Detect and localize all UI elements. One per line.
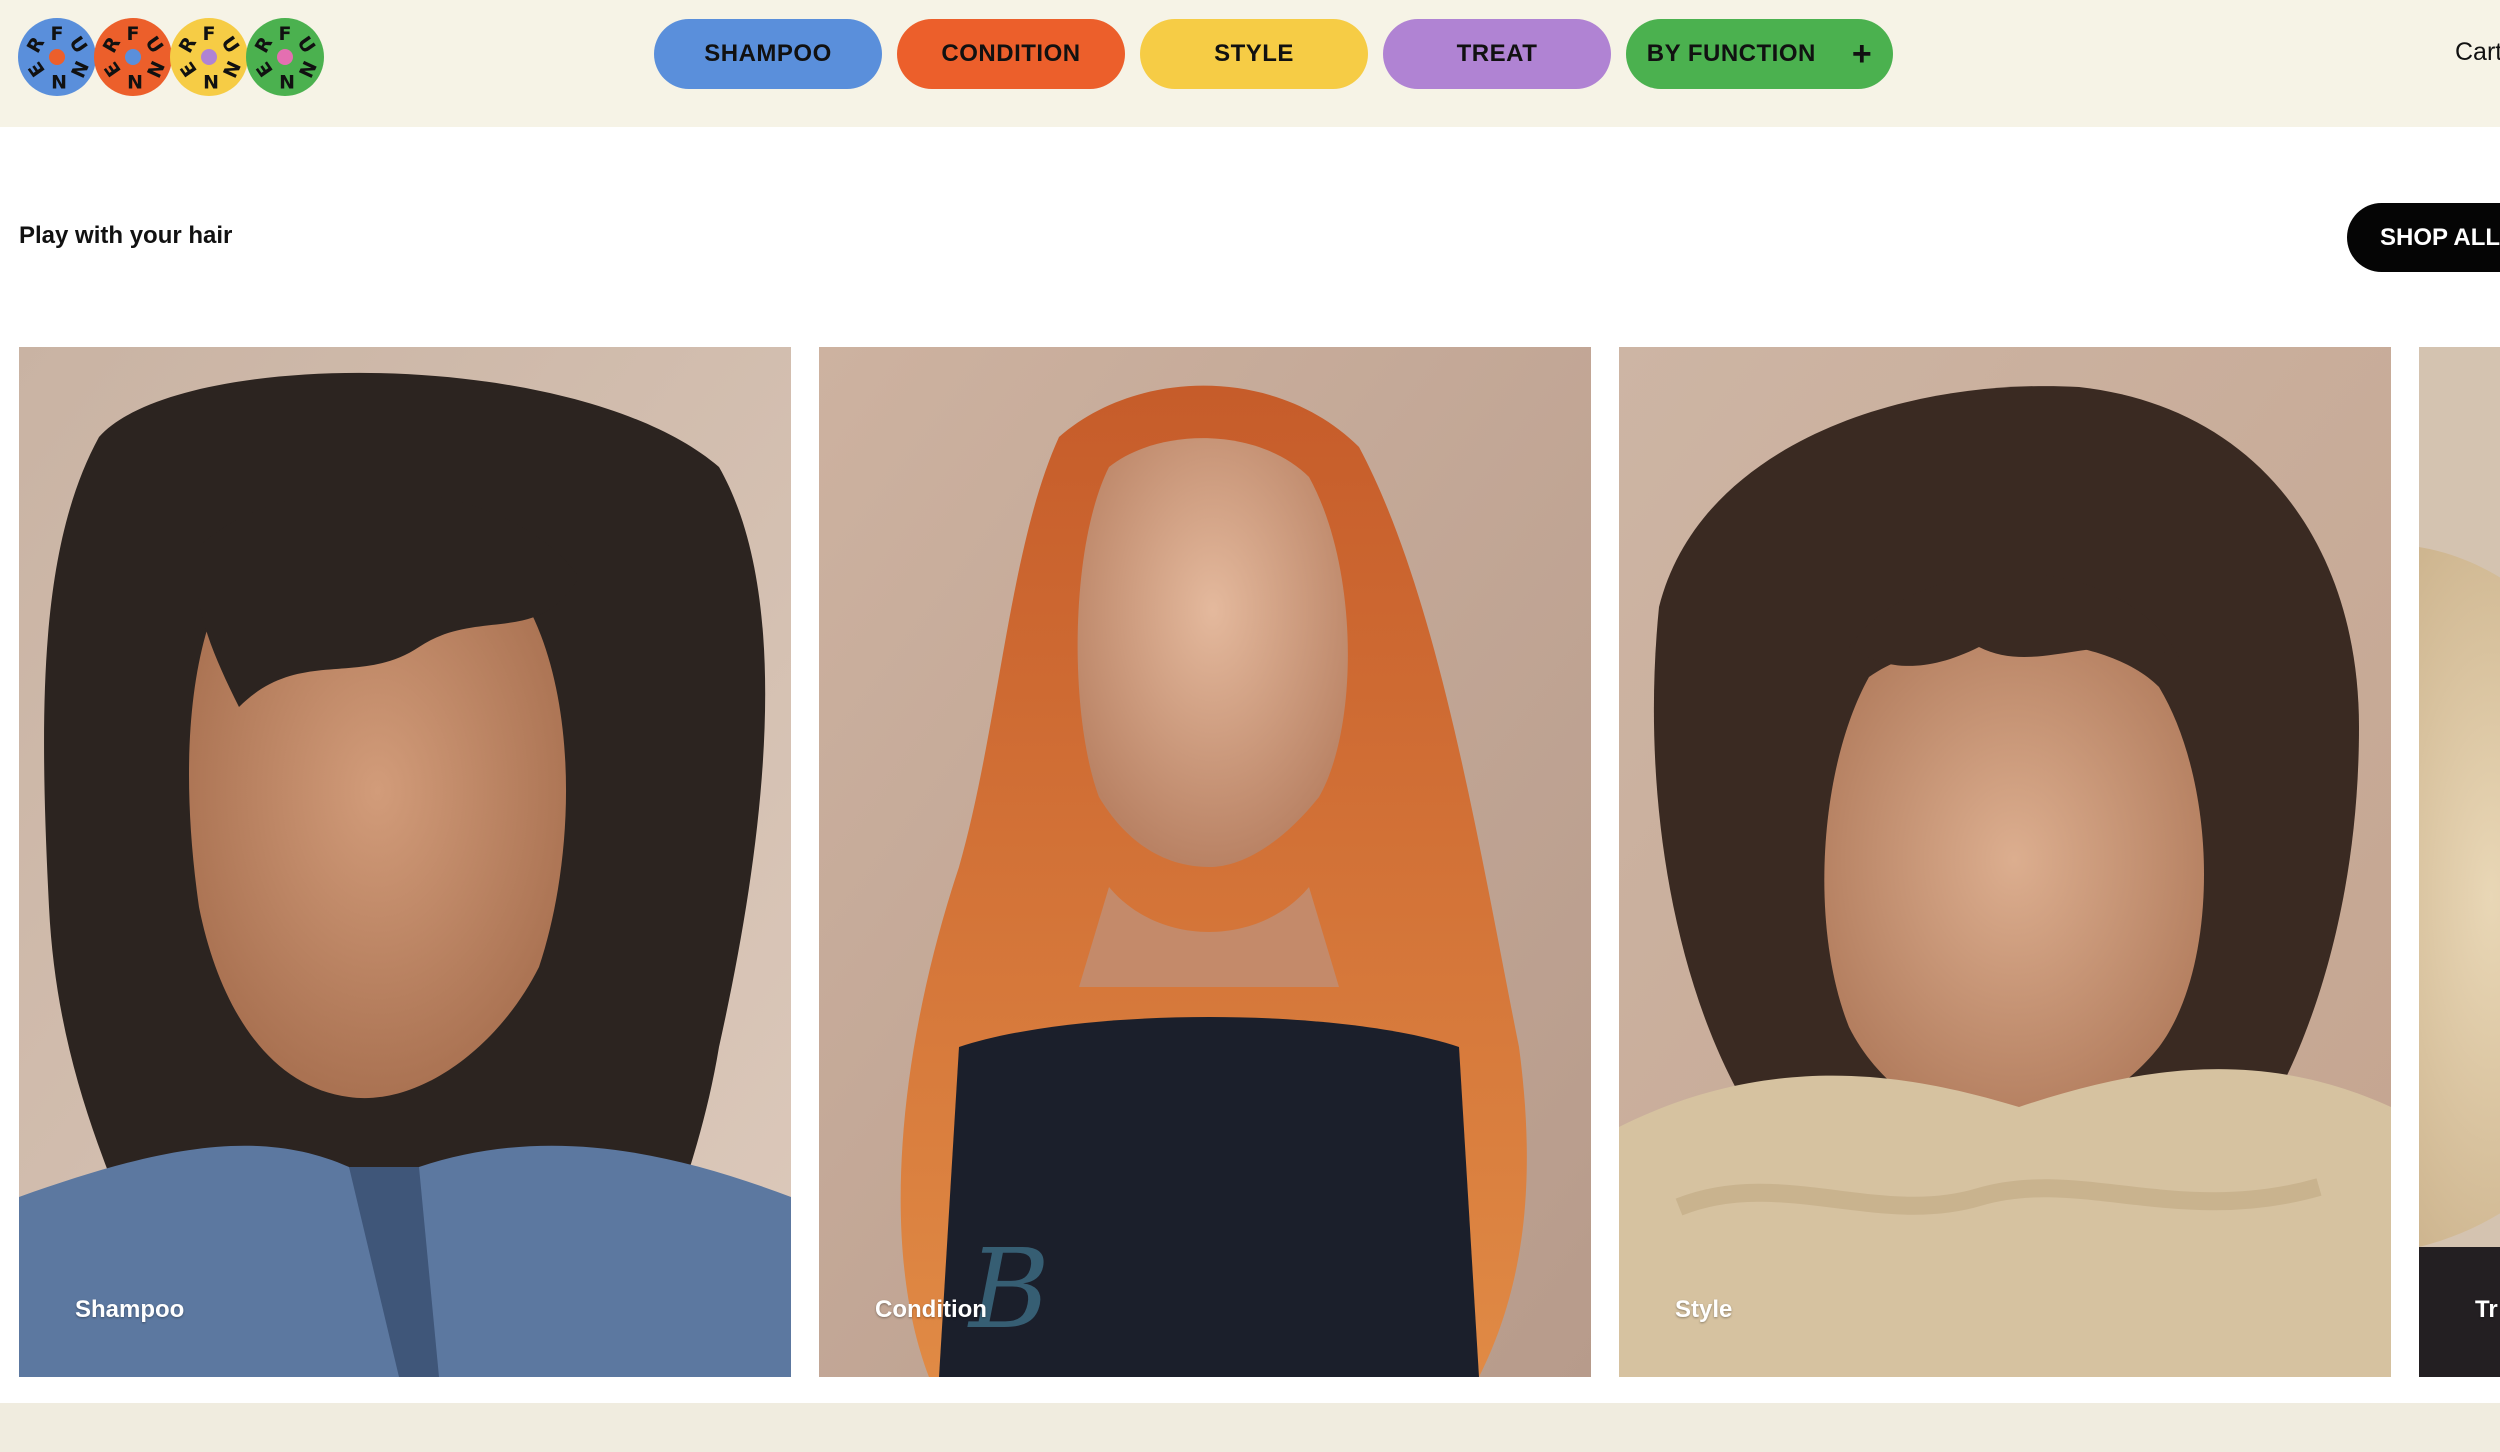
nav-style-label: STYLE	[1214, 40, 1294, 67]
site-header: F U N N E R F U N N E R F U N N E R F U …	[0, 0, 2500, 127]
logo-dot	[49, 49, 65, 65]
nav-shampoo-button[interactable]: SHAMPOO	[654, 19, 882, 89]
cart-link[interactable]: Cart	[2455, 38, 2500, 67]
category-card-shampoo[interactable]: Shampoo	[19, 347, 791, 1377]
nav-condition-label: CONDITION	[941, 40, 1081, 67]
nav-treat-button[interactable]: TREAT	[1383, 19, 1611, 89]
nav-by-function-button[interactable]: BY FUNCTION +	[1626, 19, 1893, 89]
category-carousel: Shampoo B Condition Style Tr	[0, 347, 2500, 1377]
nav-treat-label: TREAT	[1456, 40, 1538, 67]
logo-disc-blue: F U N N E R	[18, 18, 96, 96]
logo-disc-yellow: F U N N E R	[170, 18, 248, 96]
treat-portrait-image	[2419, 347, 2500, 1377]
card-label-style: Style	[1675, 1296, 1733, 1323]
svg-text:B: B	[967, 1225, 1050, 1353]
nav-shampoo-label: SHAMPOO	[704, 40, 832, 67]
logo-dot	[201, 49, 217, 65]
brand-logo[interactable]: F U N N E R F U N N E R F U N N E R F U …	[18, 18, 324, 96]
logo-disc-orange: F U N N E R	[94, 18, 172, 96]
nav-by-function-label: BY FUNCTION	[1646, 40, 1816, 67]
card-label-condition: Condition	[875, 1296, 987, 1323]
category-card-style[interactable]: Style	[1619, 347, 2391, 1377]
condition-portrait-image: B	[819, 347, 1591, 1377]
nav-style-button[interactable]: STYLE	[1140, 19, 1368, 89]
nav-condition-button[interactable]: CONDITION	[897, 19, 1125, 89]
logo-dot	[125, 49, 141, 65]
style-portrait-image	[1619, 347, 2391, 1377]
logo-dot	[277, 49, 293, 65]
card-label-shampoo: Shampoo	[75, 1296, 185, 1323]
shampoo-portrait-image	[19, 347, 791, 1377]
category-card-condition[interactable]: B Condition	[819, 347, 1591, 1377]
footer-band	[0, 1403, 2500, 1452]
logo-disc-green: F U N N E R	[246, 18, 324, 96]
shop-all-button[interactable]: SHOP ALL	[2347, 203, 2500, 272]
card-label-treat: Tr	[2475, 1296, 2498, 1323]
category-card-treat[interactable]: Tr	[2419, 347, 2500, 1377]
section-tagline: Play with your hair	[19, 222, 233, 249]
category-nav: SHAMPOO CONDITION STYLE TREAT BY FUNCTIO…	[654, 19, 1893, 89]
plus-icon: +	[1851, 35, 1873, 73]
